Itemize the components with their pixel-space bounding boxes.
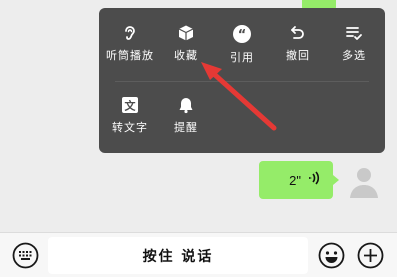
- menu-item-label: 撤回: [286, 49, 310, 62]
- keyboard-icon: [12, 242, 39, 269]
- bell-icon: [175, 96, 197, 114]
- menu-item-label: 转文字: [112, 121, 148, 134]
- ear-icon: [119, 24, 141, 42]
- multi-select-icon: [343, 24, 365, 42]
- menu-item-favorite[interactable]: 收藏: [163, 8, 209, 62]
- plus-icon: [357, 242, 384, 269]
- voice-wave-icon: [307, 170, 321, 190]
- emoji-icon: [318, 242, 345, 269]
- emoji-button[interactable]: [318, 242, 345, 269]
- cube-icon: [175, 24, 197, 42]
- menu-item-remind[interactable]: 提醒: [163, 80, 209, 134]
- menu-item-label: 多选: [342, 49, 366, 62]
- menu-item-label: 引用: [230, 51, 254, 64]
- message-context-menu: 听筒播放 收藏 “ 引用 撤回 多选 文 转文字 提醒: [99, 8, 385, 153]
- menu-item-label: 提醒: [174, 121, 198, 134]
- avatar[interactable]: [344, 158, 384, 198]
- voice-duration: 2": [289, 172, 301, 188]
- menu-item-label: 听筒播放: [106, 49, 154, 62]
- hold-to-talk-button[interactable]: 按住 说话: [48, 237, 308, 274]
- input-toolbar: 按住 说话: [0, 232, 397, 277]
- menu-item-label: 收藏: [174, 49, 198, 62]
- menu-item-multi-select[interactable]: 多选: [331, 8, 377, 62]
- menu-item-earpiece[interactable]: 听筒播放: [106, 8, 153, 62]
- text-convert-icon: 文: [119, 96, 141, 114]
- svg-text:“: “: [238, 28, 247, 43]
- user-avatar-icon: [350, 168, 378, 198]
- voice-message-bubble[interactable]: 2": [259, 161, 339, 199]
- keyboard-toggle-button[interactable]: [12, 242, 39, 269]
- menu-item-to-text[interactable]: 文 转文字: [107, 80, 153, 134]
- more-options-button[interactable]: [357, 242, 384, 269]
- menu-divider: [115, 81, 369, 82]
- menu-item-recall[interactable]: 撤回: [275, 8, 321, 62]
- svg-text:文: 文: [125, 99, 137, 113]
- menu-item-quote[interactable]: “ 引用: [219, 8, 265, 64]
- undo-icon: [287, 24, 309, 42]
- quote-icon: “: [231, 24, 253, 44]
